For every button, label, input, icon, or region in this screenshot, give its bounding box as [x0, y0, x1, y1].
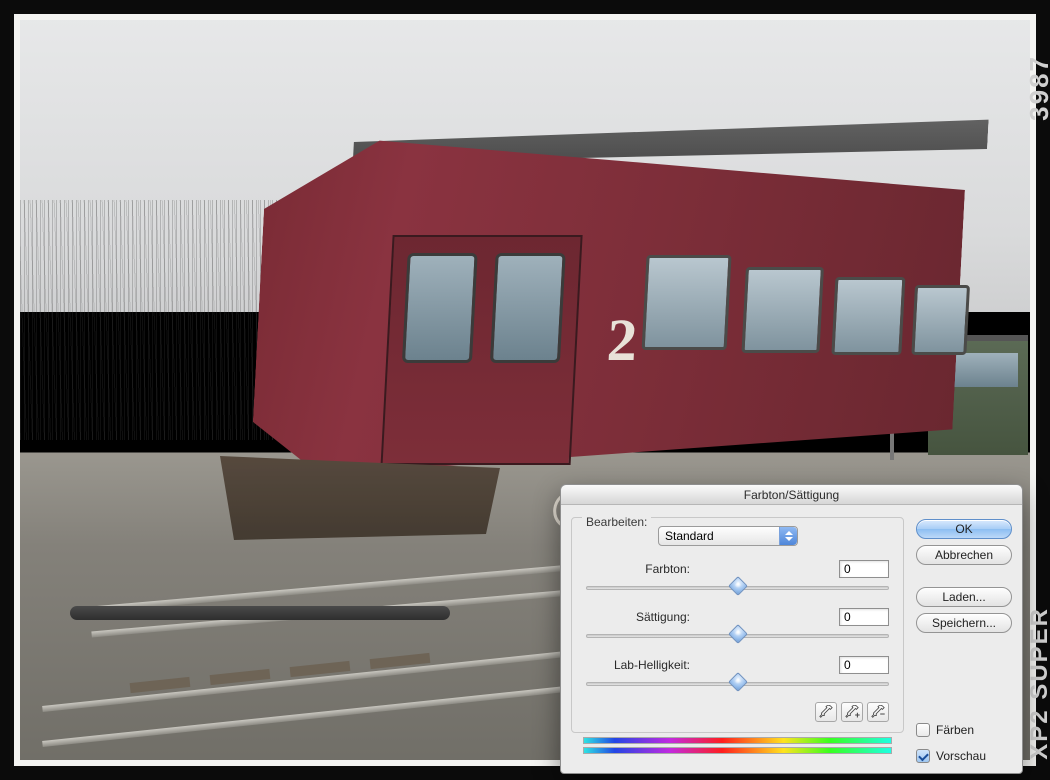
preview-label: Vorschau	[936, 749, 986, 763]
plus-icon: +	[855, 711, 860, 720]
eyedropper-button[interactable]	[815, 702, 837, 722]
hue-spectrum	[583, 737, 892, 755]
film-stock-label: XP2 SUPER	[1028, 607, 1050, 760]
bg-pipe	[70, 606, 450, 620]
colorize-checkbox[interactable]	[916, 723, 930, 737]
load-button[interactable]: Laden...	[916, 587, 1012, 607]
bg-window	[642, 255, 732, 350]
saturation-slider[interactable]	[586, 628, 889, 642]
carriage-class-number: 2	[606, 310, 639, 370]
bg-door-window	[402, 253, 478, 363]
bg-window	[741, 267, 824, 353]
lightness-slider[interactable]	[586, 676, 889, 690]
edit-select[interactable]: Standard	[658, 526, 798, 546]
bg-window	[831, 277, 905, 355]
dialog-title: Farbton/Sättigung	[561, 485, 1022, 505]
hue-input[interactable]	[839, 560, 889, 578]
edit-select-value: Standard	[665, 529, 714, 543]
edit-fieldset: Bearbeiten: Standard Farbton:	[571, 517, 904, 733]
hue-spectrum-bottom	[583, 747, 892, 754]
film-frame-number: 3987	[1026, 55, 1050, 121]
hue-label: Farbton:	[586, 562, 698, 576]
hue-slider[interactable]	[586, 580, 889, 594]
minus-icon: −	[880, 710, 885, 719]
select-arrows-icon	[779, 527, 797, 545]
eyedropper-icon	[819, 705, 833, 719]
cancel-button[interactable]: Abbrechen	[916, 545, 1012, 565]
lightness-input[interactable]	[839, 656, 889, 674]
bg-door	[381, 235, 583, 465]
bg-door-window	[490, 253, 566, 363]
saturation-label: Sättigung:	[586, 610, 698, 624]
bg-window	[911, 285, 970, 355]
saturation-input[interactable]	[839, 608, 889, 626]
eyedropper-subtract-button[interactable]: −	[867, 702, 889, 722]
hue-spectrum-top	[583, 737, 892, 744]
eyedropper-add-button[interactable]: +	[841, 702, 863, 722]
save-button[interactable]: Speichern...	[916, 613, 1012, 633]
hue-saturation-dialog: Farbton/Sättigung Bearbeiten: Standard F…	[560, 484, 1023, 774]
ok-button[interactable]: OK	[916, 519, 1012, 539]
carriage-class-number-small: 2	[1036, 350, 1049, 378]
colorize-label: Färben	[936, 723, 974, 737]
lightness-label: Lab-Helligkeit:	[586, 658, 698, 672]
bg-carriage: 2 2 B	[250, 95, 970, 475]
preview-checkbox[interactable]	[916, 749, 930, 763]
